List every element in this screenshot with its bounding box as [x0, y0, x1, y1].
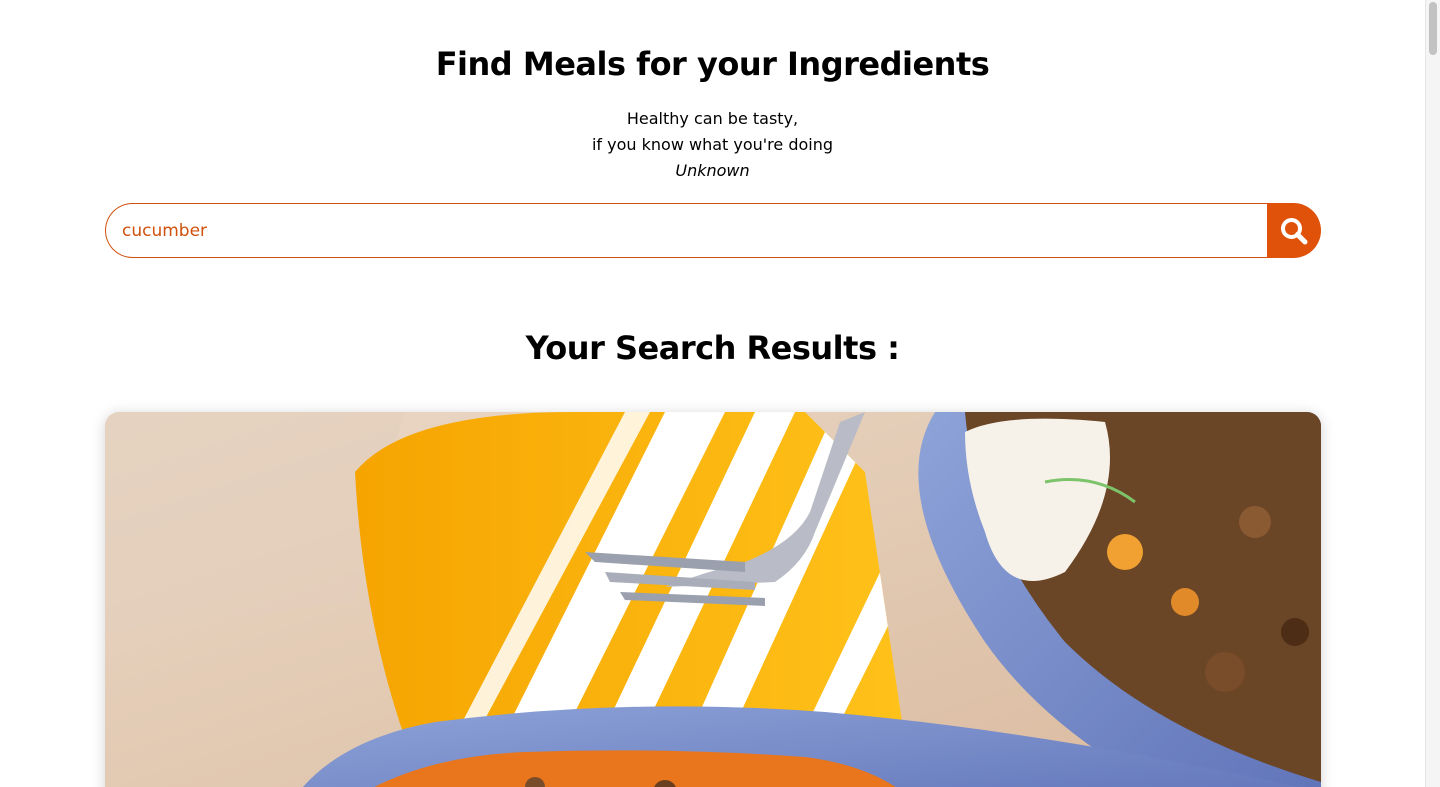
quote-line-2: if you know what you're doing — [591, 135, 834, 154]
search-button[interactable] — [1267, 203, 1321, 258]
scrollbar-thumb[interactable] — [1429, 2, 1437, 55]
page: Find Meals for your Ingredients Healthy … — [0, 0, 1440, 787]
quote-block: Healthy can be tasty, if you know what y… — [0, 106, 1425, 184]
page-title: Find Meals for your Ingredients — [435, 45, 990, 83]
vertical-scrollbar[interactable] — [1425, 0, 1440, 787]
quote-author: Unknown — [675, 161, 750, 180]
quote-line-1: Healthy can be tasty, — [626, 109, 799, 128]
recipe-card[interactable] — [105, 412, 1321, 787]
recipe-image — [105, 412, 1321, 787]
search-input[interactable] — [105, 203, 1267, 258]
main-content: Find Meals for your Ingredients Healthy … — [0, 0, 1425, 787]
search-icon — [1281, 217, 1308, 244]
search-bar — [105, 203, 1321, 258]
results-title: Your Search Results : — [525, 329, 900, 367]
